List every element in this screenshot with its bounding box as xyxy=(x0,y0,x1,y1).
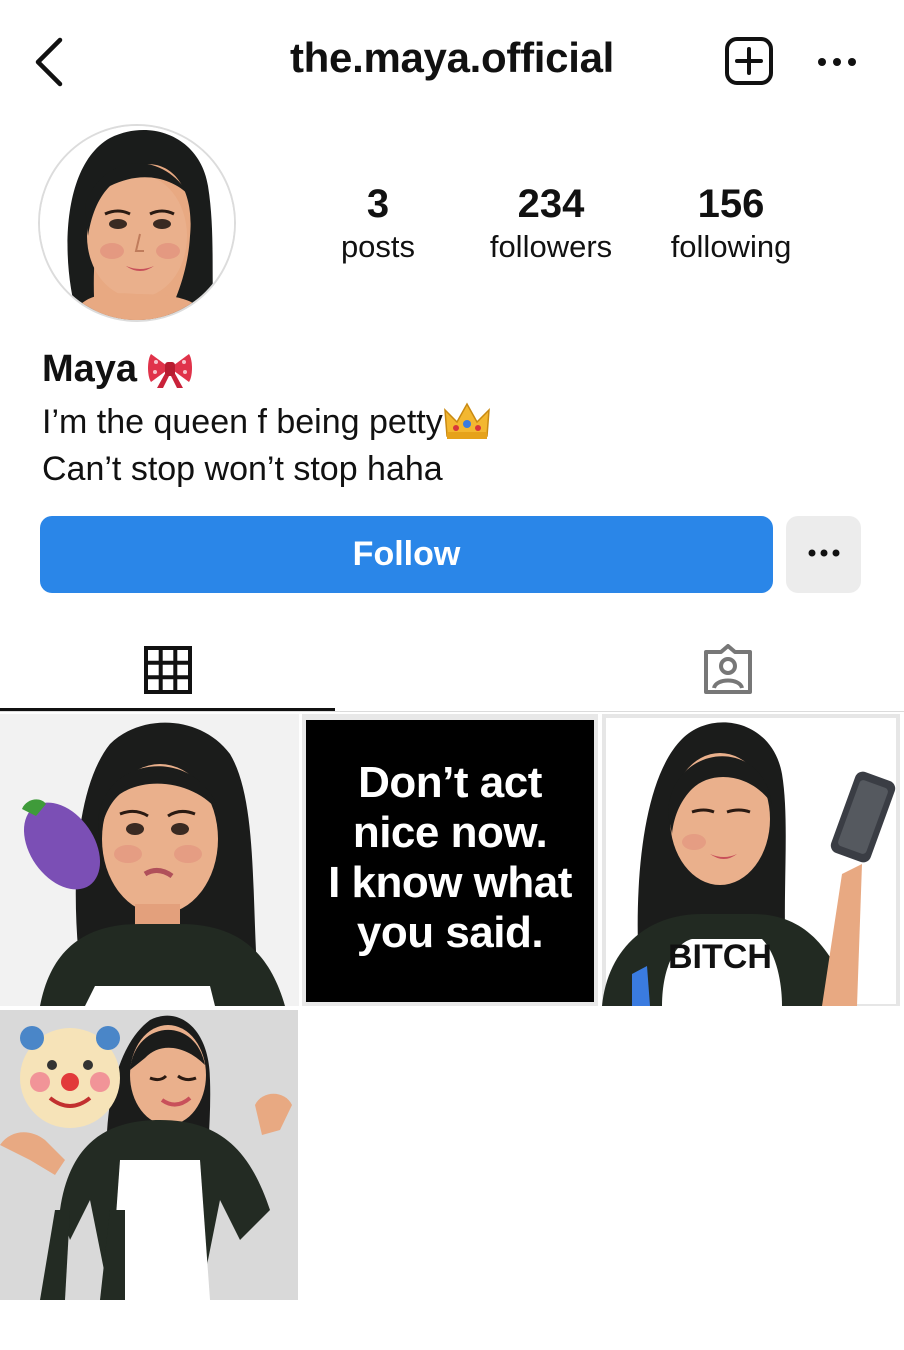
more-horizontal-icon xyxy=(818,58,856,66)
posts-stat[interactable]: 3 posts xyxy=(303,180,453,266)
follow-button[interactable]: Follow xyxy=(40,516,773,593)
following-label: following xyxy=(670,229,792,264)
quote-text: Don’t act nice now. I know what you said… xyxy=(306,720,594,958)
add-post-button[interactable] xyxy=(724,36,774,86)
post-tile-3[interactable]: BITCH xyxy=(602,714,900,1006)
followers-stat[interactable]: 234 followers xyxy=(476,180,626,266)
following-stat[interactable]: 156 following xyxy=(656,180,806,266)
quote-line-4: you said. xyxy=(356,908,544,957)
chevron-left-icon xyxy=(35,37,63,87)
quote-card: Don’t act nice now. I know what you said… xyxy=(306,720,594,1002)
quote-line-1: Don’t act xyxy=(358,758,542,807)
followers-count: 234 xyxy=(517,182,585,226)
grid-icon xyxy=(143,646,192,694)
post-4-illustration xyxy=(0,1010,298,1300)
bio-line-1: I’m the queen f being petty xyxy=(42,402,491,442)
more-options-button[interactable] xyxy=(812,42,862,82)
profile-options-button[interactable] xyxy=(786,516,861,593)
profile-name: Maya xyxy=(42,348,193,391)
more-horizontal-icon xyxy=(808,549,839,557)
post-tile-4[interactable] xyxy=(0,1010,298,1300)
post-tile-2[interactable]: Don’t act nice now. I know what you said… xyxy=(302,714,598,1006)
quote-line-3: I know what xyxy=(328,858,572,907)
quote-line-2: nice now. xyxy=(352,808,548,857)
tab-grid[interactable] xyxy=(0,630,335,710)
followers-label: followers xyxy=(489,229,613,264)
bio-line-2: Can’t stop won’t stop haha xyxy=(42,450,443,488)
tagged-person-icon xyxy=(703,644,752,694)
bio-line-1-text: I’m the queen f being petty xyxy=(42,403,443,441)
posts-label: posts xyxy=(340,229,416,264)
posts-count: 3 xyxy=(366,182,390,226)
tab-divider xyxy=(0,711,904,712)
profile-name-text: Maya xyxy=(42,348,138,390)
tab-tagged[interactable] xyxy=(560,630,895,710)
following-count: 156 xyxy=(697,182,765,226)
avatar-illustration xyxy=(40,126,234,320)
add-post-icon xyxy=(725,37,773,85)
post-tile-1[interactable] xyxy=(0,714,299,1006)
avatar[interactable] xyxy=(38,124,236,322)
bow-emoji-icon xyxy=(148,353,193,388)
active-tab-indicator xyxy=(0,708,335,711)
shirt-text: BITCH xyxy=(668,938,772,976)
post-1-illustration xyxy=(0,714,299,1006)
back-button[interactable] xyxy=(30,36,74,88)
crown-emoji-icon xyxy=(443,402,490,439)
